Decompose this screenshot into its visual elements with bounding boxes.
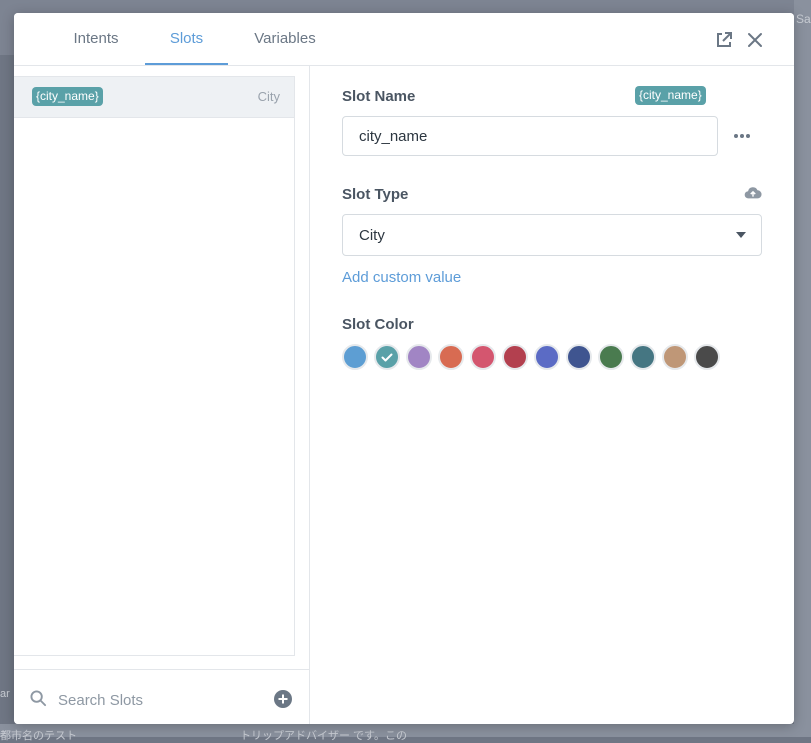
checkmark-icon xyxy=(381,353,393,362)
slot-detail-pane: Slot Name {city_name} Slot Type City Add… xyxy=(310,66,794,724)
slot-tag: {city_name} xyxy=(32,87,103,106)
color-swatch[interactable] xyxy=(534,344,560,370)
color-swatch[interactable] xyxy=(406,344,432,370)
color-swatch[interactable] xyxy=(566,344,592,370)
background-fragment-bottom-2: トリップアドバイザー です。この xyxy=(240,730,407,742)
tab-intents[interactable]: Intents xyxy=(66,13,126,65)
slot-list-item[interactable]: {city_name} City xyxy=(14,77,294,118)
slot-name-label: Slot Name xyxy=(342,88,416,105)
add-custom-value-link[interactable]: Add custom value xyxy=(342,269,461,286)
more-options-icon[interactable] xyxy=(733,132,751,140)
search-bar xyxy=(14,669,309,724)
color-swatch[interactable] xyxy=(598,344,624,370)
color-swatch[interactable] xyxy=(662,344,688,370)
slot-type-label: Slot Type xyxy=(342,186,409,203)
slot-color-label: Slot Color xyxy=(342,316,414,333)
background-fragment-bottom-1: 都市名のテスト xyxy=(0,730,77,742)
color-swatch[interactable] xyxy=(502,344,528,370)
color-swatch[interactable] xyxy=(342,344,368,370)
slot-name-input[interactable] xyxy=(342,116,718,156)
search-icon xyxy=(30,690,47,707)
slot-list: {city_name} City xyxy=(14,76,295,656)
color-swatch[interactable] xyxy=(374,344,400,370)
upload-cloud-icon[interactable] xyxy=(744,185,762,201)
slot-type-value: City xyxy=(359,227,385,244)
slot-list-pane: {city_name} City xyxy=(14,66,310,724)
background-fragment-top-right: Sa xyxy=(796,12,811,26)
color-swatch[interactable] xyxy=(438,344,464,370)
add-slot-icon[interactable] xyxy=(274,690,292,708)
color-swatch[interactable] xyxy=(694,344,720,370)
slot-type-label: City xyxy=(257,89,280,104)
close-icon[interactable] xyxy=(745,30,765,50)
slot-type-select[interactable]: City xyxy=(342,214,762,256)
modal-header: Intents Slots Variables xyxy=(14,13,794,66)
tab-slots[interactable]: Slots xyxy=(145,13,228,65)
external-link-icon[interactable] xyxy=(714,30,734,50)
slots-modal: Intents Slots Variables {city_name} City xyxy=(14,13,794,724)
slot-name-tag: {city_name} xyxy=(635,86,706,105)
search-input[interactable] xyxy=(56,687,260,713)
caret-down-icon xyxy=(736,232,746,238)
tab-variables[interactable]: Variables xyxy=(250,13,320,65)
background-fragment-left: ar xyxy=(0,688,10,700)
color-swatch[interactable] xyxy=(630,344,656,370)
color-swatch[interactable] xyxy=(470,344,496,370)
background-right-panel xyxy=(794,0,811,737)
